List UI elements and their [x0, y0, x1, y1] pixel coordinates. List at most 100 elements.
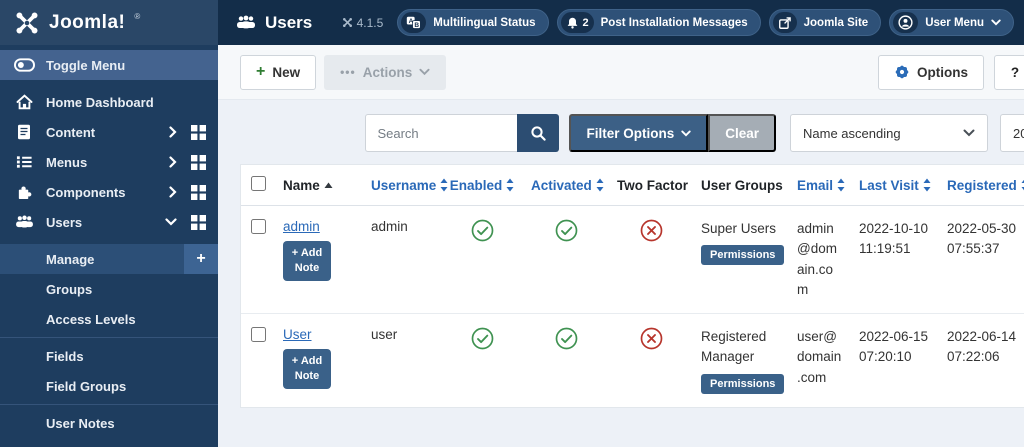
table-header-row: Name Username Enabled Activated Two Fact… [241, 165, 1024, 206]
user-name-link[interactable]: User [283, 327, 312, 342]
sort-ascending-icon [324, 182, 333, 189]
permissions-button[interactable]: Permissions [701, 245, 785, 266]
two-factor-cross-icon [640, 327, 662, 350]
plus-icon: + [256, 63, 266, 80]
two-factor-cross-icon [640, 219, 662, 242]
logo-text: Joomla! [49, 11, 126, 33]
column-header-activated[interactable]: Activated [523, 165, 609, 206]
chevron-down-icon [991, 19, 1001, 26]
column-header-last-visit[interactable]: Last Visit [851, 165, 939, 206]
search-button[interactable] [517, 114, 560, 152]
sort-icon [596, 178, 604, 192]
activated-check-icon[interactable] [555, 219, 578, 242]
enabled-check-icon[interactable] [471, 327, 494, 350]
sort-icon [837, 178, 845, 192]
notification-badge: 2 [582, 16, 589, 29]
filter-bar: Filter Options Clear Name ascending 20 [218, 114, 1024, 152]
add-note-button[interactable]: + Add Note [283, 349, 331, 389]
ellipsis-icon: ••• [340, 65, 356, 79]
column-header-two-factor: Two Factor [609, 165, 693, 206]
toggle-menu-button[interactable]: Toggle Menu [0, 50, 218, 80]
bell-icon [567, 17, 577, 29]
table-row: admin + Add Note admin Super Users Permi… [241, 205, 1024, 314]
content-dashboard-grid-button[interactable] [191, 124, 206, 140]
chevron-down-icon [419, 68, 430, 76]
users-submenu: Manage + Groups Access Levels Fields Fie… [0, 244, 218, 447]
joomla-version-icon [342, 18, 352, 27]
gear-icon [895, 65, 909, 79]
add-user-button[interactable]: + [184, 244, 218, 274]
svg-text:B: B [415, 22, 420, 29]
row-checkbox[interactable] [250, 327, 266, 342]
enabled-check-icon[interactable] [471, 219, 494, 242]
sort-order-select[interactable]: Name ascending [790, 114, 988, 152]
actions-button[interactable]: ••• Actions [324, 54, 447, 90]
column-header-username[interactable]: Username [363, 165, 448, 206]
sidebar-item-content[interactable]: Content [0, 117, 218, 147]
select-all-checkbox[interactable] [250, 176, 266, 191]
last-visit-cell: 2022-06-15 07:20:10 [859, 329, 929, 365]
sidebar-item-field-groups[interactable]: Field Groups [0, 371, 218, 401]
chevron-right-icon [169, 186, 177, 198]
column-header-registered[interactable]: Registered [939, 165, 1024, 206]
sidebar: Toggle Menu Home Dashboard Content Menus… [0, 45, 218, 447]
translate-icon: A B [407, 16, 422, 29]
sidebar-item-home-dashboard[interactable]: Home Dashboard [0, 87, 218, 117]
plus-icon: + [291, 355, 299, 367]
clear-button[interactable]: Clear [708, 114, 776, 152]
components-dashboard-grid-button[interactable] [191, 184, 206, 200]
username-cell: user [371, 327, 398, 342]
options-button[interactable]: Options [878, 54, 984, 90]
registered-cell: 2022-05-30 07:55:37 [939, 205, 1024, 314]
list-icon [16, 156, 32, 168]
column-header-enabled[interactable]: Enabled [441, 165, 523, 206]
users-table-card: Name Username Enabled Activated Two Fact… [240, 164, 1024, 408]
row-checkbox[interactable] [250, 219, 266, 234]
external-link-icon [778, 16, 791, 29]
post-installation-messages-button[interactable]: 2 Post Installation Messages [556, 9, 761, 36]
column-header-user-groups: User Groups [693, 165, 789, 206]
add-note-button[interactable]: + Add Note [283, 241, 331, 281]
username-cell: admin [363, 205, 441, 314]
search-input[interactable] [365, 114, 518, 152]
users-dashboard-grid-button[interactable] [191, 214, 206, 230]
sidebar-item-users[interactable]: Users [0, 207, 218, 237]
plus-icon: + [291, 247, 299, 259]
joomla-logo[interactable]: Joomla! ® [0, 0, 218, 45]
chevron-down-icon [681, 130, 691, 136]
user-menu-button[interactable]: User Menu [889, 9, 1014, 36]
chevron-right-icon [169, 126, 177, 138]
sidebar-item-fields[interactable]: Fields [0, 341, 218, 371]
user-name-link[interactable]: admin [283, 219, 320, 234]
menus-dashboard-grid-button[interactable] [191, 154, 206, 170]
chevron-down-icon [963, 129, 975, 137]
version-label: 4.1.5 [342, 16, 383, 30]
sidebar-item-manage[interactable]: Manage + [0, 244, 218, 274]
sidebar-item-access-levels[interactable]: Access Levels [0, 304, 218, 334]
chevron-right-icon [169, 156, 177, 168]
column-header-email[interactable]: Email [789, 165, 851, 206]
sidebar-item-menus[interactable]: Menus [0, 147, 218, 177]
registered-cell: 2022-06-14 07:22:06 [947, 329, 1017, 365]
top-bar: Joomla! ® Users 4.1.5 A B Multilingual S… [0, 0, 1024, 45]
sidebar-item-user-note-categories[interactable]: User Note Categories [0, 438, 218, 447]
page-size-select[interactable]: 20 [1000, 114, 1024, 152]
new-button[interactable]: + New [240, 54, 317, 90]
joomla-site-button[interactable]: Joomla Site [768, 9, 882, 36]
main-content: + New ••• Actions Options ? Search Filte… [218, 45, 1024, 447]
permissions-button[interactable]: Permissions [701, 373, 785, 394]
column-header-name[interactable]: Name [275, 165, 363, 206]
last-visit-cell: 2022-10-10 11:19:51 [851, 205, 939, 314]
sidebar-divider [0, 404, 218, 405]
multilingual-status-button[interactable]: A B Multilingual Status [397, 9, 549, 36]
user-groups-cell: Super Users [701, 221, 777, 236]
activated-check-icon[interactable] [555, 327, 578, 350]
logo-trademark: ® [134, 12, 141, 21]
sidebar-item-user-notes[interactable]: User Notes [0, 408, 218, 438]
sidebar-item-components[interactable]: Components [0, 177, 218, 207]
filter-options-button[interactable]: Filter Options [569, 114, 709, 152]
sidebar-item-groups[interactable]: Groups [0, 274, 218, 304]
help-button[interactable]: ? [994, 54, 1024, 90]
grid-icon [191, 184, 206, 200]
users-table: Name Username Enabled Activated Two Fact… [241, 165, 1024, 407]
